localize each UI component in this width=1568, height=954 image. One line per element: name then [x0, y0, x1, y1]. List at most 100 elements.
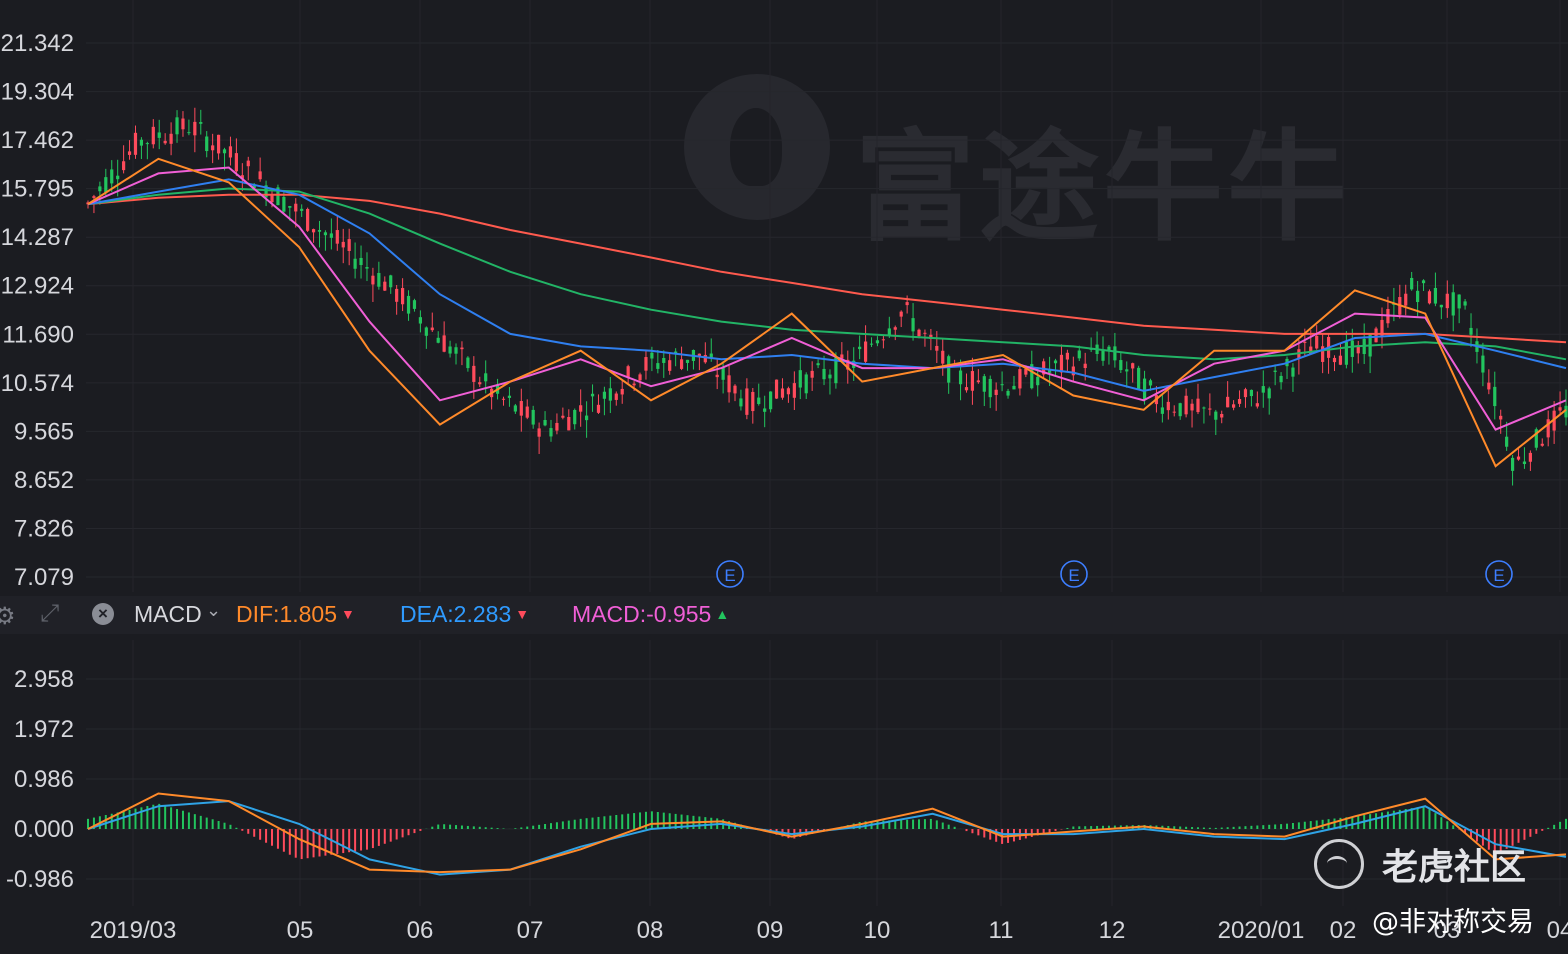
price-tick-label: 10.574 — [1, 370, 74, 397]
candle-body — [1463, 301, 1467, 306]
candle-body — [246, 160, 250, 167]
candle-body — [163, 140, 167, 144]
candle-body — [638, 374, 642, 381]
candle-body — [175, 117, 179, 135]
candle-body — [1184, 395, 1188, 415]
down-arrow-icon: ▼ — [515, 606, 530, 622]
candle-body — [1214, 411, 1218, 420]
candle-body — [745, 388, 749, 415]
price-tick-label: 12.924 — [1, 273, 74, 300]
candle-body — [1231, 404, 1236, 408]
candle-body — [1410, 277, 1414, 290]
candle-body — [216, 134, 221, 154]
candle-body — [234, 153, 238, 172]
candle-body — [911, 318, 915, 332]
candle-body — [1261, 386, 1265, 393]
candle-body — [371, 275, 375, 285]
candle-body — [258, 171, 262, 180]
candle-body — [1516, 456, 1521, 460]
dif-label: DIF:1.805 — [236, 601, 337, 627]
time-tick-label: 07 — [517, 917, 544, 944]
candle-body — [317, 230, 322, 232]
candle-body — [923, 332, 927, 334]
candle-body — [721, 367, 725, 380]
candle-body — [703, 354, 707, 363]
candle-body — [905, 302, 909, 306]
candle-body — [1065, 352, 1069, 360]
macd-tick-label: 0.986 — [14, 766, 74, 793]
candle-body — [519, 401, 523, 416]
close-icon[interactable]: × — [92, 603, 114, 625]
candle-body — [1481, 355, 1485, 373]
earnings-marker-label: E — [724, 566, 735, 585]
price-tick-label: 21.342 — [1, 30, 74, 57]
candle-body — [311, 229, 316, 233]
candle-body — [98, 186, 102, 192]
candle-body — [549, 428, 553, 437]
candle-body — [288, 206, 292, 208]
candle-body — [1006, 390, 1010, 396]
candle-body — [383, 281, 387, 291]
candle-body — [590, 393, 595, 397]
candle-body — [1059, 354, 1064, 373]
candle-body — [774, 379, 779, 399]
candle-body — [679, 359, 684, 369]
candle-body — [205, 136, 209, 152]
candle-body — [1160, 407, 1164, 414]
candle-body — [1439, 304, 1443, 308]
candle-body — [1493, 386, 1497, 407]
candle-body — [994, 389, 998, 395]
candle-body — [406, 295, 411, 314]
candle-body — [353, 258, 357, 269]
candle-body — [329, 233, 333, 238]
candle-body — [211, 145, 215, 151]
candle-body — [193, 121, 197, 136]
candle-body — [1148, 380, 1153, 386]
candle-body — [1243, 389, 1248, 398]
candle-body — [585, 415, 589, 421]
earnings-marker-label: E — [1493, 566, 1504, 585]
candle-body — [1338, 355, 1343, 365]
time-tick-label: 02 — [1330, 917, 1357, 944]
candle-body — [1137, 367, 1141, 390]
time-tick-label: 12 — [1099, 917, 1126, 944]
candle-body — [656, 363, 660, 369]
price-tick-label: 9.565 — [14, 418, 74, 445]
candle-body — [596, 404, 601, 413]
candle-body — [1487, 382, 1491, 390]
indicator-selector[interactable]: MACD — [134, 601, 202, 628]
candle-body — [139, 139, 144, 146]
chevron-down-icon[interactable]: ⌄ — [206, 600, 221, 621]
candle-body — [579, 405, 583, 412]
candle-body — [1558, 407, 1562, 411]
candle-body — [418, 317, 423, 324]
candle-body — [400, 288, 405, 305]
candle-body — [525, 406, 529, 418]
time-tick-label: 06 — [407, 917, 434, 944]
candle-body — [810, 370, 814, 378]
candle-body — [442, 335, 446, 352]
candle-body — [1071, 366, 1075, 376]
candle-body — [1522, 461, 1527, 465]
candle-body — [1172, 411, 1176, 413]
candle-body — [1220, 414, 1224, 418]
candle-body — [1427, 291, 1432, 304]
candle-body — [92, 196, 96, 198]
candle-body — [739, 398, 743, 407]
candle-body — [484, 373, 488, 382]
expand-icon[interactable]: ⤢ — [40, 600, 59, 628]
candle-body — [1178, 403, 1182, 417]
candle-body — [377, 272, 381, 287]
candle-body — [786, 388, 791, 395]
gear-icon[interactable]: ⚙ — [0, 602, 16, 631]
time-tick-label: 2020/01 — [1218, 917, 1305, 944]
candle-body — [116, 175, 120, 180]
candle-body — [941, 350, 945, 364]
candle-body — [626, 366, 630, 378]
candle-body — [145, 143, 149, 145]
candle-body — [1053, 360, 1058, 364]
kline-chart[interactable]: 21.342 19.304 17.462 15.795 14.287 12.924 11.6… — [0, 0, 1568, 954]
candle-body — [513, 405, 517, 412]
price-tick-label: 7.079 — [14, 564, 74, 591]
candle-body — [1125, 369, 1129, 372]
